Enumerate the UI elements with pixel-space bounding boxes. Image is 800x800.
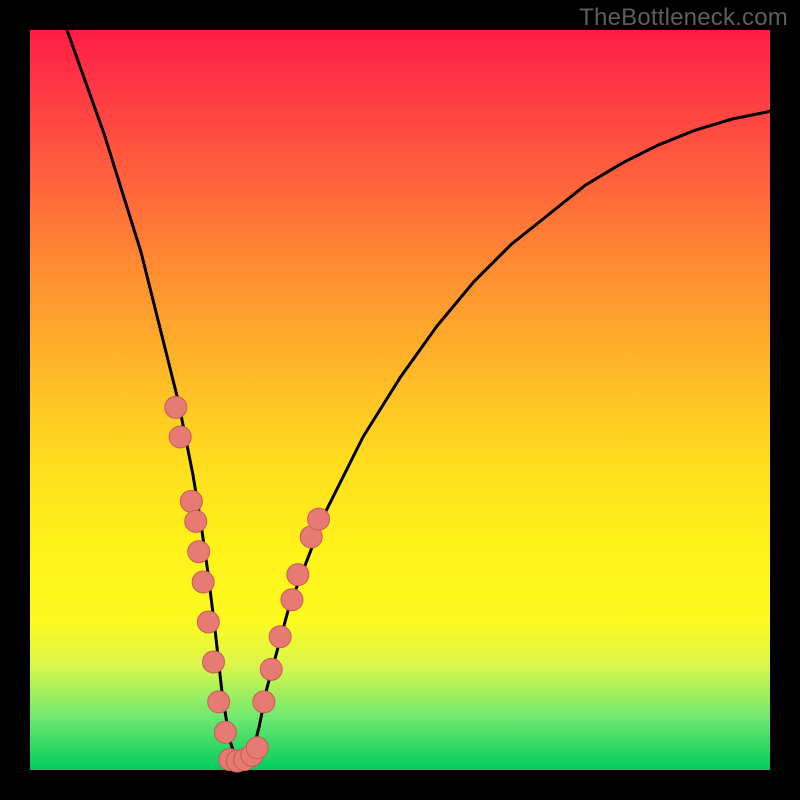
data-marker bbox=[188, 541, 210, 563]
data-marker bbox=[246, 737, 268, 759]
data-marker bbox=[165, 396, 187, 418]
data-marker bbox=[208, 691, 230, 713]
watermark-label: TheBottleneck.com bbox=[579, 4, 788, 32]
data-marker bbox=[287, 564, 309, 586]
data-marker bbox=[197, 611, 219, 633]
data-marker bbox=[308, 508, 330, 530]
data-marker bbox=[214, 721, 236, 743]
markers-left-branch bbox=[165, 396, 237, 743]
data-marker bbox=[180, 490, 202, 512]
chart-svg bbox=[30, 30, 770, 770]
data-marker bbox=[269, 626, 291, 648]
bottleneck-curve bbox=[67, 30, 770, 763]
data-marker bbox=[253, 691, 275, 713]
data-marker bbox=[281, 589, 303, 611]
markers-right-branch bbox=[253, 508, 330, 713]
data-marker bbox=[185, 510, 207, 532]
data-marker bbox=[260, 658, 282, 680]
data-marker bbox=[169, 426, 191, 448]
data-marker bbox=[192, 571, 214, 593]
chart-frame: TheBottleneck.com bbox=[0, 0, 800, 800]
data-marker bbox=[203, 651, 225, 673]
plot-gradient-background bbox=[30, 30, 770, 770]
